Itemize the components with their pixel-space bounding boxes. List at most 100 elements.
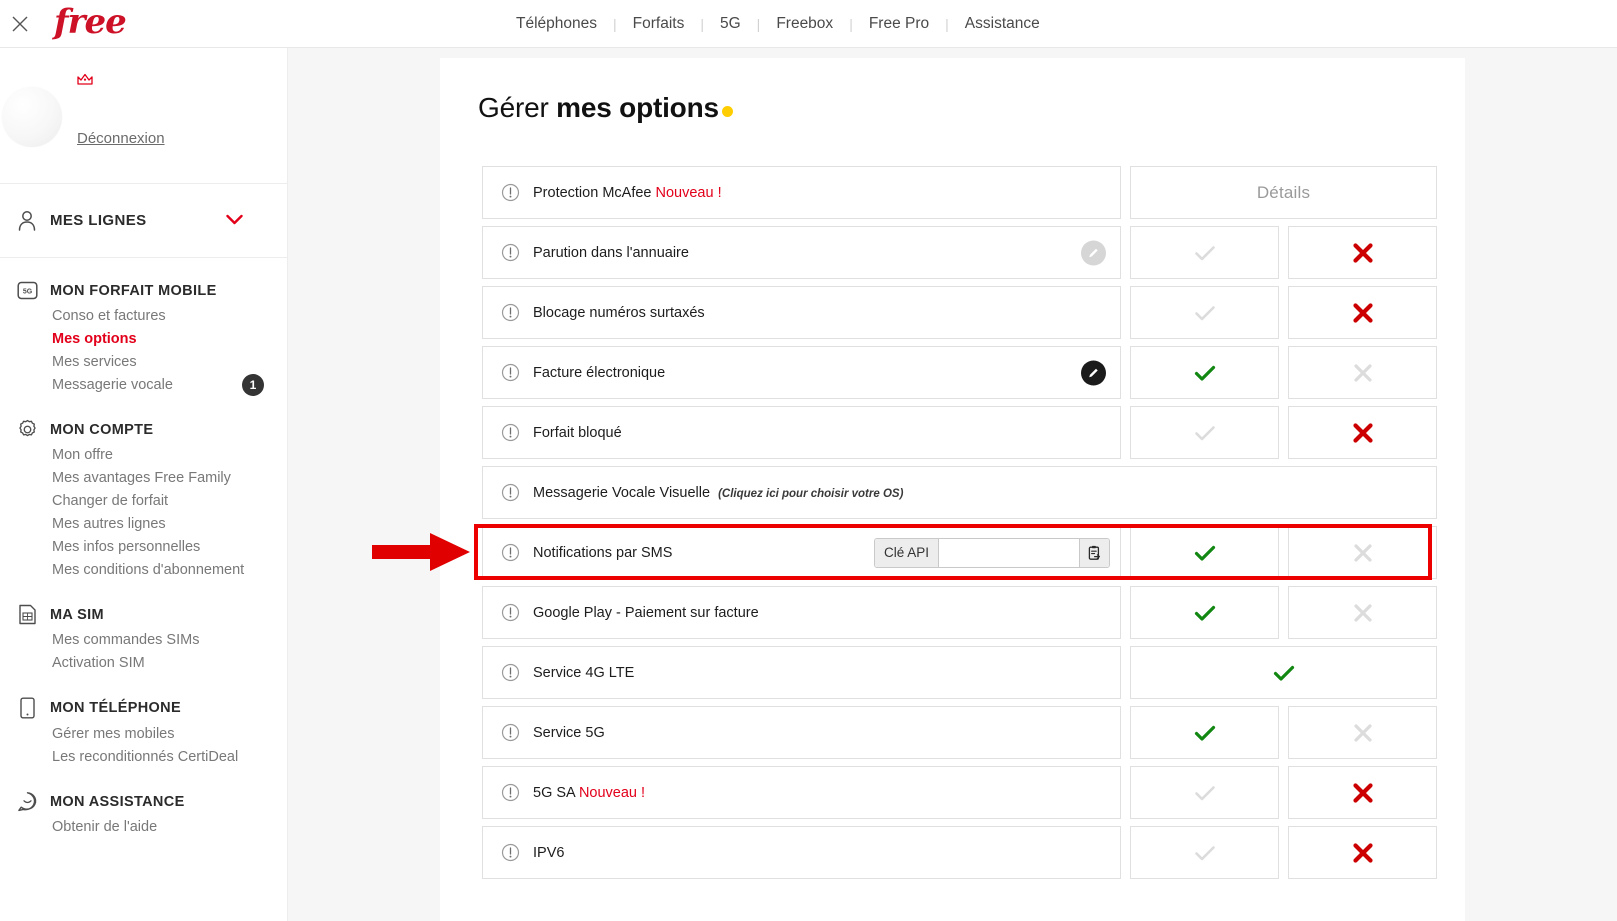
info-icon[interactable] bbox=[501, 363, 520, 382]
sidebar-group-header[interactable]: MON ASSISTANCE bbox=[0, 791, 287, 812]
sidebar-item-activation-sim[interactable]: Activation SIM bbox=[0, 652, 287, 675]
page-title: Gérer mes options bbox=[478, 92, 733, 124]
info-icon[interactable] bbox=[501, 483, 520, 502]
logout-link[interactable]: Déconnexion bbox=[77, 130, 165, 147]
sidebar-item-mes-lignes[interactable]: MES LIGNES bbox=[0, 184, 287, 258]
check-icon-active bbox=[1192, 540, 1218, 566]
sidebar-item-messagerie-vocale[interactable]: Messagerie vocale 1 bbox=[0, 374, 287, 397]
topnav-item-telephones[interactable]: Téléphones bbox=[500, 15, 613, 33]
option-label: Forfait bloqué bbox=[533, 425, 622, 441]
info-icon[interactable] bbox=[501, 543, 520, 562]
edit-pencil-icon[interactable] bbox=[1081, 360, 1106, 385]
table-row: Facture électronique bbox=[482, 346, 1437, 399]
sidebar-item-mes-autres-lignes[interactable]: Mes autres lignes bbox=[0, 513, 287, 536]
info-icon[interactable] bbox=[501, 423, 520, 442]
option-disable-button[interactable] bbox=[1288, 346, 1437, 399]
info-icon[interactable] bbox=[501, 783, 520, 802]
table-row: Parution dans l'annuaire bbox=[482, 226, 1437, 279]
option-label: Facture électronique bbox=[533, 365, 665, 381]
info-icon[interactable] bbox=[501, 303, 520, 322]
cross-icon-inactive bbox=[1350, 720, 1376, 746]
top-bar: free Téléphones | Forfaits | 5G | Freebo… bbox=[0, 0, 1617, 48]
table-row: Service 5G bbox=[482, 706, 1437, 759]
option-enable-button[interactable] bbox=[1130, 286, 1279, 339]
sidebar-group-header[interactable]: MON COMPTE bbox=[0, 419, 287, 440]
sidebar-item-changer-de-forfait[interactable]: Changer de forfait bbox=[0, 490, 287, 513]
info-icon[interactable] bbox=[501, 603, 520, 622]
sidebar-item-obtenir-de-l-aide[interactable]: Obtenir de l'aide bbox=[0, 816, 287, 839]
sidebar-item-mes-options[interactable]: Mes options bbox=[0, 328, 287, 351]
option-enable-button[interactable] bbox=[1130, 346, 1279, 399]
close-icon[interactable] bbox=[6, 10, 34, 38]
table-row: Protection McAfee Nouveau ! Détails bbox=[482, 166, 1437, 219]
svg-text:5G: 5G bbox=[22, 289, 32, 296]
user-block: Déconnexion bbox=[0, 48, 287, 184]
topnav-item-forfaits[interactable]: Forfaits bbox=[617, 15, 701, 33]
option-label: IPV6 bbox=[533, 845, 564, 861]
sidebar-item-mon-offre[interactable]: Mon offre bbox=[0, 444, 287, 467]
sidebar-item-mes-avantages-free-family[interactable]: Mes avantages Free Family bbox=[0, 467, 287, 490]
option-disable-button[interactable] bbox=[1288, 286, 1437, 339]
option-enable-button[interactable] bbox=[1130, 646, 1437, 699]
option-disable-button[interactable] bbox=[1288, 586, 1437, 639]
option-label: Blocage numéros surtaxés bbox=[533, 305, 705, 321]
option-disable-button[interactable] bbox=[1288, 826, 1437, 879]
free-logo[interactable]: free bbox=[54, 5, 126, 43]
chat-smile-icon bbox=[12, 791, 42, 812]
sidebar-group-header[interactable]: MA SIM bbox=[0, 604, 287, 625]
option-enable-button[interactable] bbox=[1130, 766, 1279, 819]
option-name-cell[interactable]: Messagerie Vocale Visuelle (Cliquez ici … bbox=[482, 466, 1437, 519]
option-name-cell: Notifications par SMS Clé API bbox=[482, 526, 1121, 579]
option-disable-button[interactable] bbox=[1288, 226, 1437, 279]
option-disable-button[interactable] bbox=[1288, 706, 1437, 759]
option-disable-button[interactable] bbox=[1288, 406, 1437, 459]
sidebar-item-gerer-mes-mobiles[interactable]: Gérer mes mobiles bbox=[0, 723, 287, 746]
option-disable-button[interactable] bbox=[1288, 526, 1437, 579]
option-enable-button[interactable] bbox=[1130, 706, 1279, 759]
sidebar-group-header[interactable]: 5G MON FORFAIT MOBILE bbox=[0, 280, 287, 301]
option-enable-button[interactable] bbox=[1130, 826, 1279, 879]
sidebar-item-mes-infos-personnelles[interactable]: Mes infos personnelles bbox=[0, 536, 287, 559]
cross-icon-active bbox=[1350, 300, 1376, 326]
topnav-item-freebox[interactable]: Freebox bbox=[760, 15, 849, 33]
sidebar-group-header[interactable]: MON TÉLÉPHONE bbox=[0, 697, 287, 719]
table-row: 5G SA Nouveau ! bbox=[482, 766, 1437, 819]
api-key-input[interactable] bbox=[939, 539, 1079, 567]
clipboard-copy-icon[interactable] bbox=[1079, 539, 1109, 567]
table-row: IPV6 bbox=[482, 826, 1437, 879]
topnav-item-assistance[interactable]: Assistance bbox=[949, 15, 1056, 33]
option-label: Service 5G bbox=[533, 725, 605, 741]
info-icon[interactable] bbox=[501, 243, 520, 262]
option-title: 5G SA bbox=[533, 785, 575, 801]
cross-icon-inactive bbox=[1350, 360, 1376, 386]
option-enable-button[interactable] bbox=[1130, 526, 1279, 579]
sidebar-item-mes-commandes-sims[interactable]: Mes commandes SIMs bbox=[0, 629, 287, 652]
cross-icon-active bbox=[1350, 420, 1376, 446]
sidebar-item-mes-services[interactable]: Mes services bbox=[0, 351, 287, 374]
sim-5g-icon: 5G bbox=[12, 280, 42, 301]
gear-icon bbox=[12, 419, 42, 440]
option-label: 5G SA Nouveau ! bbox=[533, 785, 645, 801]
option-disable-button[interactable] bbox=[1288, 766, 1437, 819]
topnav-item-5g[interactable]: 5G bbox=[704, 15, 757, 33]
chevron-down-icon[interactable] bbox=[226, 212, 243, 230]
info-icon[interactable] bbox=[501, 183, 520, 202]
check-icon-active bbox=[1192, 360, 1218, 386]
check-icon-active bbox=[1192, 600, 1218, 626]
option-enable-button[interactable] bbox=[1130, 226, 1279, 279]
edit-pencil-icon[interactable] bbox=[1081, 240, 1106, 265]
topnav-item-free-pro[interactable]: Free Pro bbox=[853, 15, 945, 33]
option-enable-button[interactable] bbox=[1130, 406, 1279, 459]
avatar[interactable] bbox=[2, 87, 62, 147]
table-row: Messagerie Vocale Visuelle (Cliquez ici … bbox=[482, 466, 1437, 519]
sidebar-item-reconditionnes-certideal[interactable]: Les reconditionnés CertiDeal bbox=[0, 746, 287, 769]
sidebar-item-mes-conditions-abonnement[interactable]: Mes conditions d'abonnement bbox=[0, 559, 287, 582]
info-icon[interactable] bbox=[501, 663, 520, 682]
sidebar-item-conso-et-factures[interactable]: Conso et factures bbox=[0, 305, 287, 328]
details-button[interactable]: Détails bbox=[1130, 166, 1437, 219]
sidebar-group-ma-sim: MA SIM Mes commandes SIMs Activation SIM bbox=[0, 604, 287, 675]
info-icon[interactable] bbox=[501, 723, 520, 742]
options-list: Protection McAfee Nouveau ! Détails Paru… bbox=[482, 166, 1437, 886]
info-icon[interactable] bbox=[501, 843, 520, 862]
option-enable-button[interactable] bbox=[1130, 586, 1279, 639]
